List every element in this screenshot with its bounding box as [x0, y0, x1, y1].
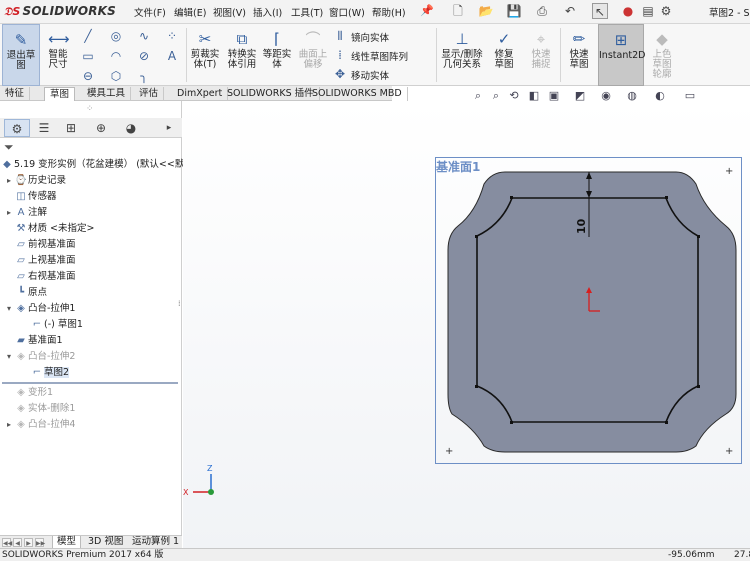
- dimension-value[interactable]: 10: [575, 218, 588, 234]
- svg-text:X: X: [183, 488, 189, 497]
- svg-text:Z: Z: [207, 464, 213, 473]
- y-coordinate: 27.8: [734, 550, 750, 560]
- sketch-canvas: 10 Z X: [183, 171, 737, 497]
- x-coordinate: -95.06mm: [668, 550, 715, 560]
- boss-extrude-face[interactable]: [447, 171, 737, 453]
- product-name: SOLIDWORKS Premium 2017 x64 版: [2, 550, 164, 560]
- status-bar: SOLIDWORKS Premium 2017 x64 版 -95.06mm 2…: [0, 548, 750, 561]
- view-triad-icon: Z X: [183, 464, 214, 497]
